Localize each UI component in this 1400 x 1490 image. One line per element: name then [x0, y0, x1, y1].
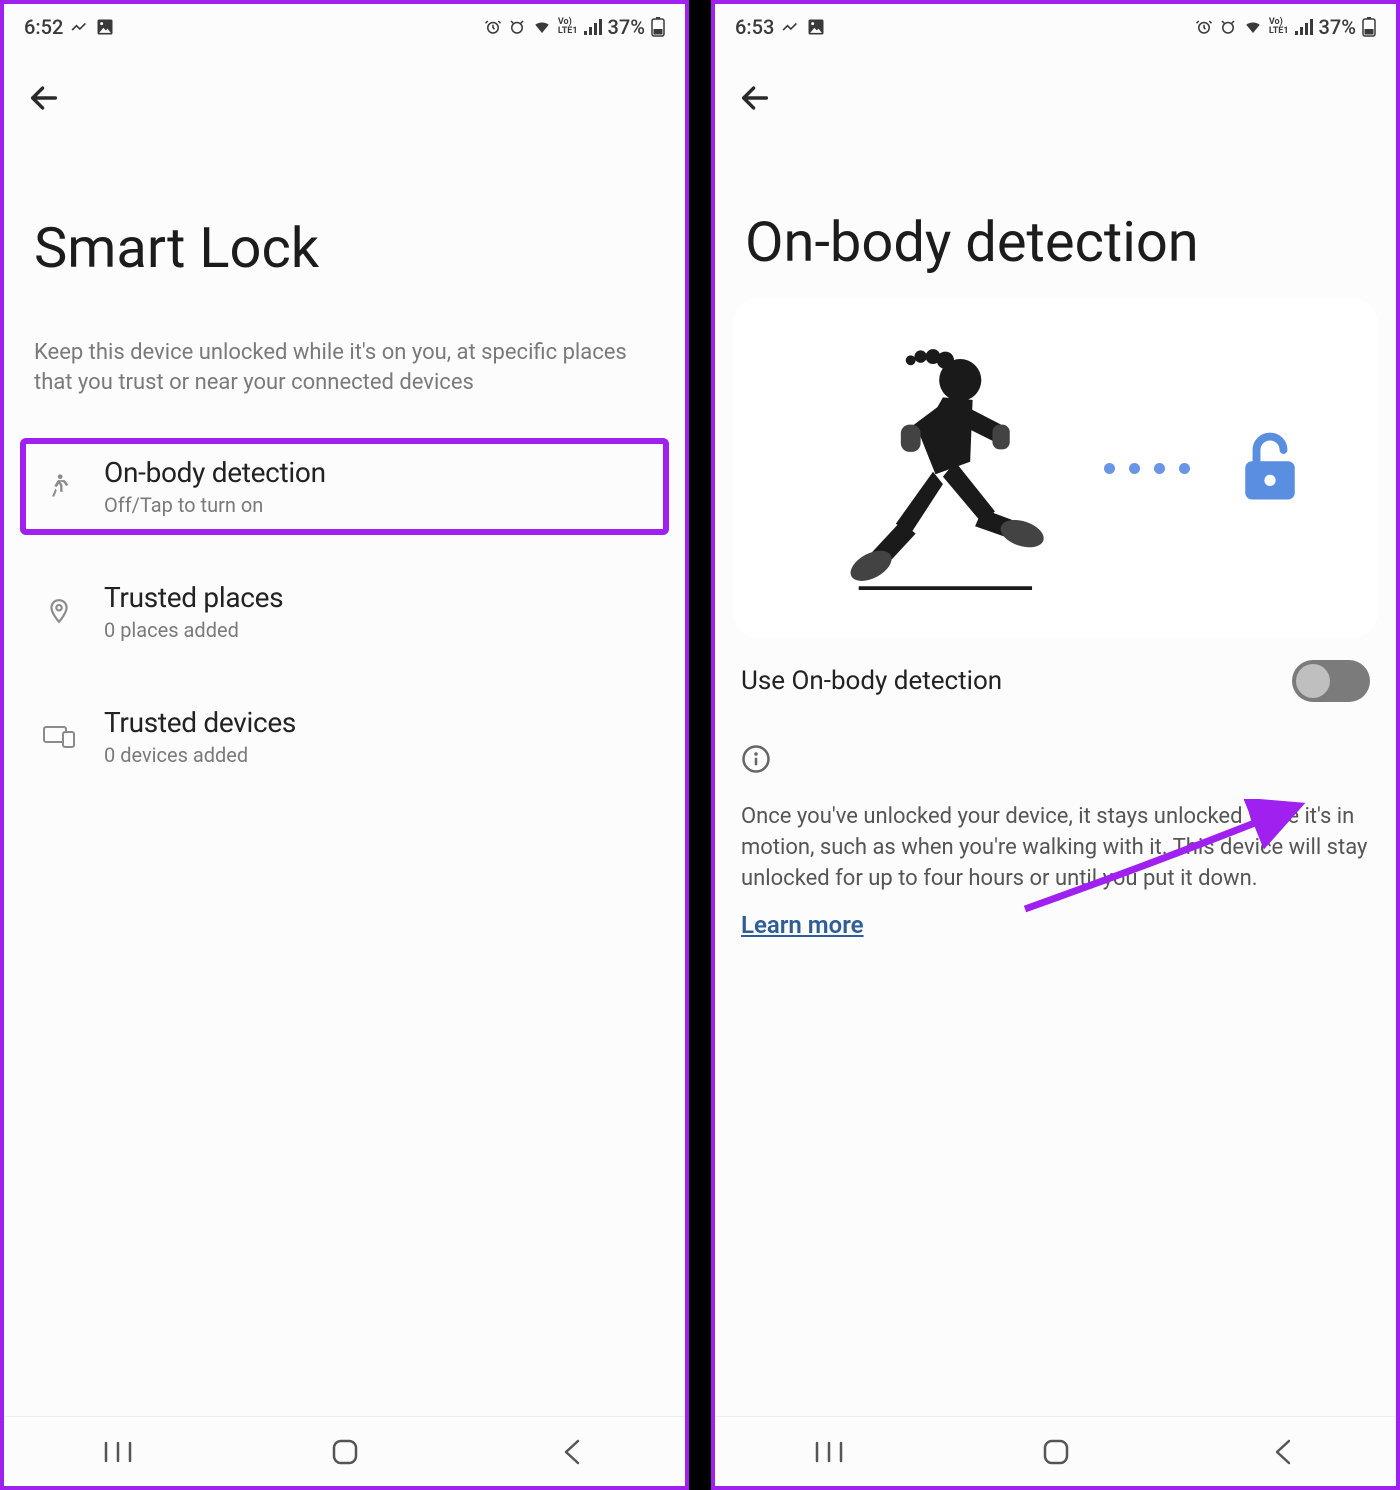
nav-home-button[interactable] [1036, 1432, 1076, 1472]
item-on-body-detection[interactable]: On-body detection Off/Tap to turn on [24, 442, 665, 531]
image-icon [95, 17, 115, 37]
status-time: 6:52 [24, 15, 63, 39]
status-time: 6:53 [735, 15, 774, 39]
wifi-icon [1243, 18, 1263, 36]
status-bar: 6:52 Vo)LTE1 37% [4, 4, 685, 50]
navigation-bar [4, 1416, 685, 1486]
missed-call-icon [780, 17, 800, 37]
status-battery-pct: 37% [1319, 15, 1356, 39]
status-battery-pct: 37% [608, 15, 645, 39]
nav-back-button[interactable] [1263, 1432, 1303, 1472]
alarm-icon [1195, 18, 1213, 36]
status-bar: 6:53 Vo)LTE1 37% [715, 4, 1396, 50]
toggle-label: Use On-body detection [741, 666, 1002, 696]
battery-icon [1362, 17, 1376, 37]
page-title: Smart Lock [34, 216, 655, 280]
screen-smart-lock: 6:52 Vo)LTE1 37% Smart Lock Keep this de… [0, 0, 689, 1490]
running-person-icon [808, 338, 1058, 598]
item-trusted-devices[interactable]: Trusted devices 0 devices added [24, 692, 665, 781]
location-pin-icon [42, 594, 76, 628]
signal-icon [584, 19, 602, 35]
unlock-icon [1236, 432, 1304, 504]
nav-recents-button[interactable] [809, 1432, 849, 1472]
nav-home-button[interactable] [325, 1432, 365, 1472]
item-subtitle: 0 devices added [104, 743, 296, 767]
back-button[interactable] [26, 80, 62, 116]
back-button[interactable] [737, 80, 773, 116]
screen-on-body-detection: 6:53 Vo)LTE1 37% On-body detection [711, 0, 1400, 1490]
page-subtitle: Keep this device unlocked while it's on … [4, 300, 685, 397]
info-text: Once you've unlocked your device, it sta… [715, 778, 1396, 894]
navigation-bar [715, 1416, 1396, 1486]
item-title: Trusted places [104, 581, 283, 614]
clock-icon [1219, 18, 1237, 36]
learn-more-link[interactable]: Learn more [715, 895, 1396, 939]
item-subtitle: 0 places added [104, 618, 283, 642]
signal-icon [1295, 19, 1313, 35]
image-icon [806, 17, 826, 37]
hero-illustration [733, 298, 1378, 638]
clock-icon [508, 18, 526, 36]
on-body-detection-toggle[interactable] [1292, 660, 1370, 702]
item-title: On-body detection [104, 456, 326, 489]
volte-icon: Vo)LTE1 [558, 18, 578, 36]
nav-back-button[interactable] [552, 1432, 592, 1472]
alarm-icon [484, 18, 502, 36]
item-subtitle: Off/Tap to turn on [104, 493, 326, 517]
page-title: On-body detection [745, 210, 1366, 274]
item-title: Trusted devices [104, 706, 296, 739]
devices-icon [42, 719, 76, 753]
walking-person-icon [42, 469, 76, 503]
battery-icon [651, 17, 665, 37]
info-icon [715, 708, 1396, 778]
wifi-icon [532, 18, 552, 36]
nav-recents-button[interactable] [98, 1432, 138, 1472]
missed-call-icon [69, 17, 89, 37]
volte-icon: Vo)LTE1 [1269, 18, 1289, 36]
item-trusted-places[interactable]: Trusted places 0 places added [24, 567, 665, 656]
dots-indicator [1104, 463, 1190, 474]
